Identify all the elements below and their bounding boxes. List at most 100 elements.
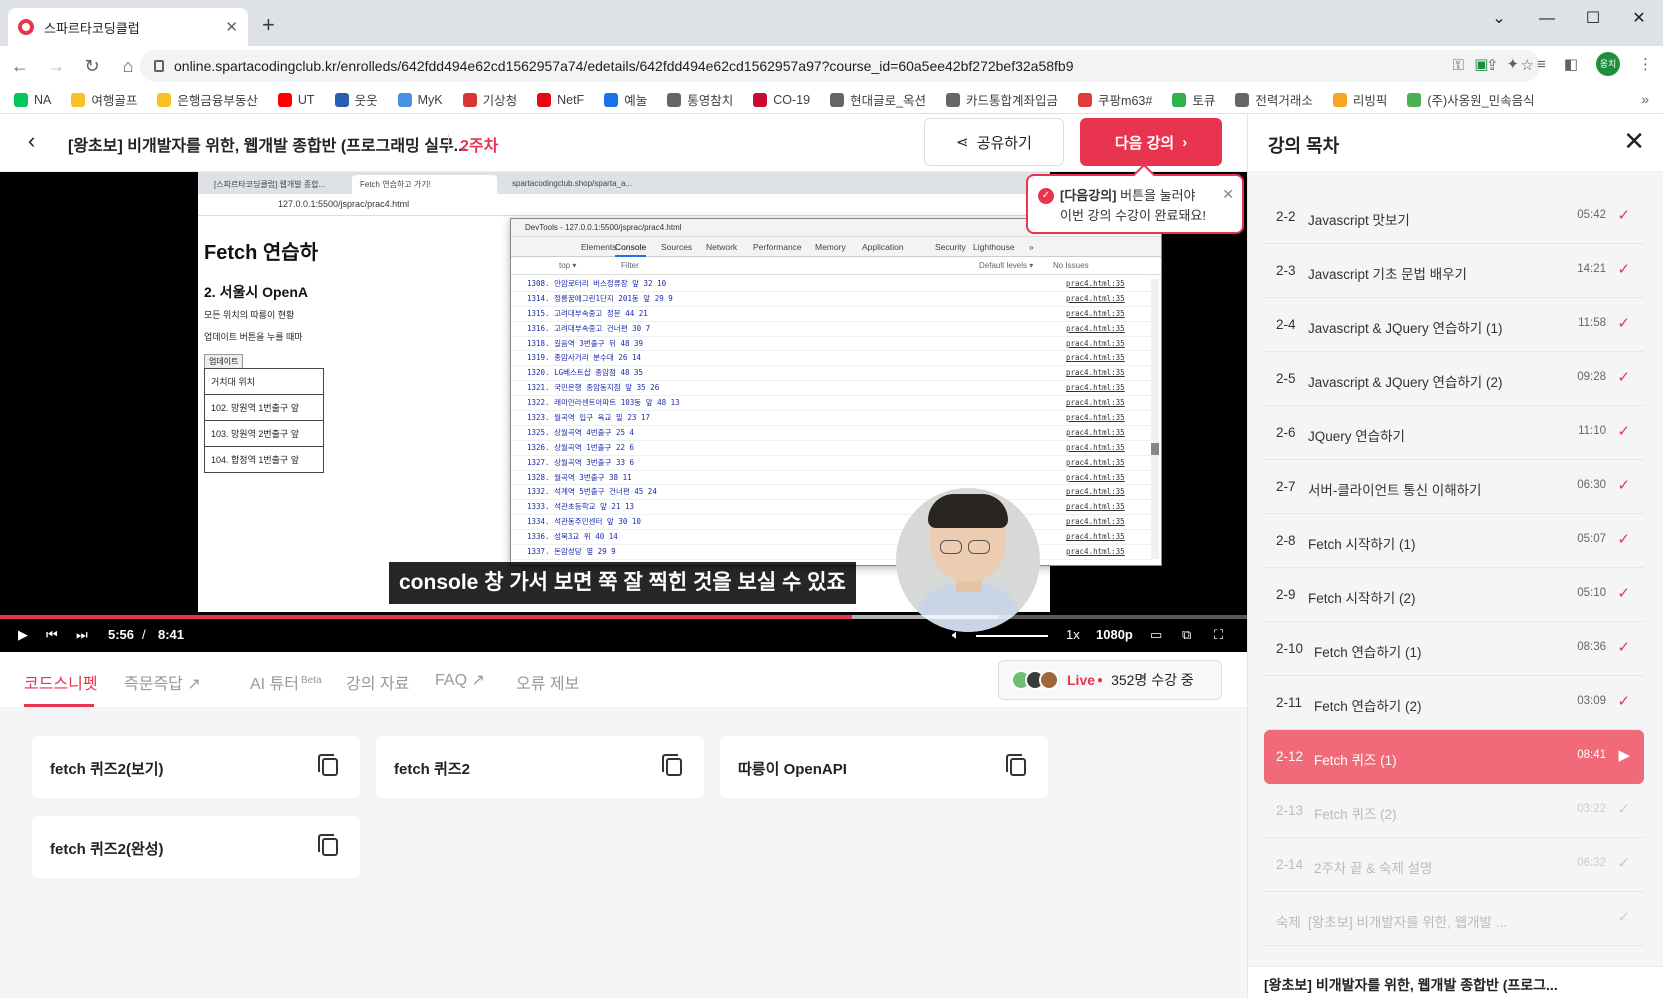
browser-tab[interactable]: 스파르타코딩클럽 ✕ <box>8 8 248 46</box>
bookmark-label: 은행금융부동산 <box>177 94 258 108</box>
tooltip-close-icon[interactable]: ✕ <box>1222 184 1234 204</box>
snippet-card[interactable]: fetch 퀴즈2(완성) <box>32 816 360 878</box>
reading-list-icon[interactable]: ≡ <box>1537 56 1546 73</box>
copy-icon[interactable] <box>662 754 682 776</box>
address-bar[interactable]: online.spartacodingclub.kr/enrolleds/642… <box>140 50 1540 82</box>
log-message: 1315. 고려대부속중고 정문 44 21 <box>527 308 648 318</box>
curriculum-item[interactable]: 2-11 Fetch 연습하기 (2) 03:09 ✓ <box>1264 676 1644 730</box>
curriculum-item[interactable]: 2-10 Fetch 연습하기 (1) 08:36 ✓ <box>1264 622 1644 676</box>
bookmark-item[interactable]: 토큐 <box>1172 90 1215 109</box>
curriculum-item[interactable]: 2-7 서버-클라이언트 통신 이해하기 06:30 ✓ <box>1264 460 1644 514</box>
side-panel-icon[interactable]: ◧ <box>1564 55 1578 73</box>
bookmark-item[interactable]: CO-19 <box>753 92 810 107</box>
menu-kebab-icon[interactable]: ⋮ <box>1638 55 1653 73</box>
bookmark-item[interactable]: 쿠팡m63# <box>1078 90 1152 109</box>
item-number: 숙제 <box>1276 915 1301 930</box>
tab-close-icon[interactable]: ✕ <box>225 18 238 36</box>
tab-ai-tutor[interactable]: AI 튜터 Beta <box>250 670 322 694</box>
next-icon[interactable]: ⏭ <box>76 627 88 643</box>
bookmark-item[interactable]: 은행금융부동산 <box>157 90 258 109</box>
captions-icon[interactable]: ▭ <box>1150 627 1162 643</box>
play-icon[interactable]: ▶ <box>18 627 28 643</box>
bookmark-item[interactable]: 리빙픽 <box>1332 90 1387 109</box>
extension-icon[interactable]: ▣ <box>1474 55 1488 73</box>
copy-icon[interactable] <box>318 834 338 856</box>
profile-avatar[interactable]: 옹치 <box>1596 52 1620 76</box>
back-icon[interactable]: ← <box>4 56 36 77</box>
close-window-icon[interactable]: ✕ <box>1616 4 1662 34</box>
bookmark-item[interactable]: 여행골프 <box>71 90 137 109</box>
back-arrow-icon[interactable]: ‹ <box>28 128 35 154</box>
curriculum-item[interactable]: 2-9 Fetch 시작하기 (2) 05:10 ✓ <box>1264 568 1644 622</box>
pip-icon[interactable]: ⧉ <box>1182 627 1191 643</box>
fullscreen-icon[interactable]: ⛶ <box>1214 627 1223 643</box>
bookmark-item[interactable]: 카드통합계좌입금 <box>946 90 1058 109</box>
log-message: 1327. 상월곡역 3번출구 33 6 <box>527 457 634 467</box>
forward-icon[interactable]: → <box>40 56 72 77</box>
curriculum-item[interactable]: 2-6 JQuery 연습하기 11:10 ✓ <box>1264 406 1644 460</box>
sidebar-footer[interactable]: [왕초보] 비개발자를 위한, 웹개발 종합반 (프로그... <box>1248 966 1663 998</box>
copy-icon[interactable] <box>1006 754 1026 776</box>
reload-icon[interactable]: ↻ <box>76 56 108 77</box>
bookmark-icon <box>1235 92 1250 107</box>
more-bookmarks-icon[interactable]: » <box>1641 91 1649 107</box>
bookmark-label: 카드통합계좌입금 <box>966 94 1059 108</box>
curriculum-item[interactable]: 2-12 Fetch 퀴즈 (1) 08:41 ▶ <box>1264 730 1644 784</box>
bookmark-label: 전력거래소 <box>1255 94 1313 108</box>
speed-button[interactable]: 1x <box>1066 627 1080 642</box>
bookmark-item[interactable]: 예눌 <box>604 90 647 109</box>
tab-code-snippets[interactable]: 코드스니펫 <box>24 670 98 694</box>
key-icon[interactable]: ⚿ <box>1453 50 1464 82</box>
bookmark-item[interactable]: 기상청 <box>462 90 517 109</box>
tab-search-icon[interactable]: ⌄ <box>1476 4 1522 34</box>
tab-faq[interactable]: FAQ ↗ <box>435 670 485 690</box>
bookmark-item[interactable]: 웃웃 <box>334 90 378 109</box>
volume-slider[interactable] <box>976 635 1048 637</box>
snippet-title: fetch 퀴즈2(보기) <box>50 761 164 778</box>
bookmark-label: NA <box>34 92 52 107</box>
snippet-card[interactable]: 따릉이 OpenAPI <box>720 736 1048 798</box>
new-tab-icon[interactable]: + <box>262 12 275 38</box>
bookmark-item[interactable]: UT <box>277 92 315 107</box>
tab-quick-qna[interactable]: 즉문즉답 ↗ <box>124 670 201 694</box>
snippet-card[interactable]: fetch 퀴즈2 <box>376 736 704 798</box>
curriculum-item[interactable]: 2-13 Fetch 퀴즈 (2) 03:22 ✓ <box>1264 784 1644 838</box>
curriculum-item[interactable]: 2-5 Javascript & JQuery 연습하기 (2) 09:28 ✓ <box>1264 352 1644 406</box>
curriculum-item[interactable]: 2-3 Javascript 기초 문법 배우기 14:21 ✓ <box>1264 244 1644 298</box>
next-lecture-button[interactable]: 다음 강의 › <box>1080 118 1222 166</box>
log-source-link: prac4.html:35 <box>1066 547 1125 557</box>
curriculum-item[interactable]: 2-8 Fetch 시작하기 (1) 05:07 ✓ <box>1264 514 1644 568</box>
live-viewers-box[interactable]: Live ● 352명 수강 중 <box>998 660 1222 700</box>
bookmark-label: 쿠팡m63# <box>1098 94 1153 108</box>
share-label: 공유하기 <box>976 134 1032 152</box>
video-player[interactable]: [스파르타코딩클럽] 웹개발 종합... Fetch 연습하고 가기! spar… <box>0 172 1247 652</box>
bookmark-item[interactable]: 통영참치 <box>667 90 733 109</box>
share-button[interactable]: ⋖ 공유하기 <box>924 118 1064 166</box>
copy-icon[interactable] <box>318 754 338 776</box>
minimize-icon[interactable]: — <box>1524 4 1570 34</box>
log-source-link: prac4.html:35 <box>1066 442 1125 452</box>
tab-report-error[interactable]: 오류 제보 <box>516 670 579 694</box>
previous-icon[interactable]: ⏮ <box>46 627 58 643</box>
curriculum-item[interactable]: 2-4 Javascript & JQuery 연습하기 (1) 11:58 ✓ <box>1264 298 1644 352</box>
close-icon[interactable]: ✕ <box>1623 126 1645 157</box>
log-message: 1332. 석계역 5번출구 건너편 45 24 <box>527 487 657 497</box>
volume-icon[interactable]: 🔈︎ <box>952 627 960 643</box>
curriculum-item[interactable]: 숙제 [왕초보] 비개발자를 위한, 웹개발 ... ✓ <box>1264 892 1644 946</box>
current-time: 5:56 <box>108 627 135 642</box>
tab-materials[interactable]: 강의 자료 <box>346 670 409 694</box>
bookmark-icon <box>71 92 86 107</box>
bookmark-item[interactable]: MyK <box>397 92 443 107</box>
curriculum-item[interactable]: 2-2 Javascript 맛보기 05:42 ✓ <box>1264 190 1644 244</box>
puzzle-icon[interactable]: ✦ <box>1506 55 1519 73</box>
quality-button[interactable]: 1080p <box>1096 627 1133 642</box>
bookmark-item[interactable]: NetF <box>537 92 584 107</box>
bookmark-item[interactable]: 현대글로_옥션 <box>830 90 926 109</box>
bookmark-label: UT <box>297 92 315 107</box>
curriculum-item[interactable]: 2-14 2주차 끝 & 숙제 설명 06:32 ✓ <box>1264 838 1644 892</box>
maximize-icon[interactable]: ☐ <box>1570 4 1616 34</box>
snippet-card[interactable]: fetch 퀴즈2(보기) <box>32 736 360 798</box>
bookmark-item[interactable]: NA <box>14 92 52 107</box>
bookmark-item[interactable]: (주)사옹원_민속음식 <box>1407 90 1535 109</box>
bookmark-item[interactable]: 전력거래소 <box>1235 90 1313 109</box>
